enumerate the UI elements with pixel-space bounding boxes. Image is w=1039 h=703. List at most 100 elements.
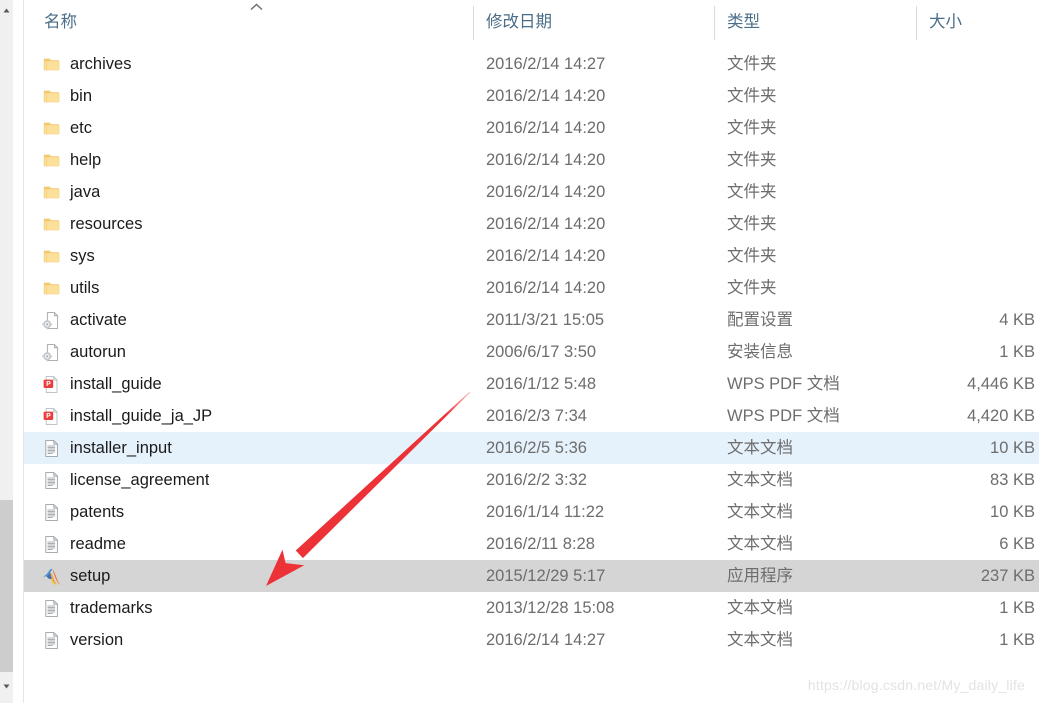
file-size-cell	[904, 112, 1035, 144]
date-modified-cell: 2016/2/14 14:20	[486, 279, 606, 297]
date-modified-cell: 2016/2/14 14:20	[486, 151, 606, 169]
date-modified-cell: 2013/12/28 15:08	[486, 599, 615, 617]
file-type-cell: 文件夹	[727, 279, 777, 297]
file-size-cell	[904, 80, 1035, 112]
file-name-cell[interactable]: sys	[42, 240, 95, 272]
file-size-cell	[904, 48, 1035, 80]
file-name-cell[interactable]: etc	[42, 112, 92, 144]
file-list-area: 名称 修改日期 类型 大小 archives 2016/2/14 14:27 文件夹…	[24, 0, 1039, 703]
column-header-date-modified[interactable]: 修改日期	[486, 11, 552, 33]
file-name-cell[interactable]: archives	[42, 48, 131, 80]
date-modified-cell: 2016/2/14 14:20	[486, 183, 606, 201]
table-row[interactable]: Pinstall_guide 2016/1/12 5:48 WPS PDF 文档 4,…	[24, 368, 1039, 400]
table-row[interactable]: archives 2016/2/14 14:27 文件夹	[24, 48, 1039, 80]
file-type-cell: 文件夹	[727, 151, 777, 169]
file-name-cell[interactable]: utils	[42, 272, 99, 304]
column-separator-3[interactable]	[916, 6, 917, 40]
table-row[interactable]: sys 2016/2/14 14:20 文件夹	[24, 240, 1039, 272]
file-type-cell: 文件夹	[727, 215, 777, 233]
file-name-cell[interactable]: patents	[42, 496, 124, 528]
date-modified-cell: 2016/2/2 3:32	[486, 471, 587, 489]
file-name-cell[interactable]: bin	[42, 80, 92, 112]
table-row[interactable]: autorun 2006/6/17 3:50 安装信息 1 KB	[24, 336, 1039, 368]
table-row[interactable]: resources 2016/2/14 14:20 文件夹	[24, 208, 1039, 240]
file-type-cell: 文件夹	[727, 55, 777, 73]
file-name-cell[interactable]: install_guide_ja_JP	[42, 400, 212, 432]
column-header-name[interactable]: 名称	[44, 11, 77, 33]
table-row[interactable]: readme 2016/2/11 8:28 文本文档 6 KB	[24, 528, 1039, 560]
file-size-cell: 10 KB	[990, 503, 1035, 521]
table-row[interactable]: Pinstall_guide_ja_JP 2016/2/3 7:34 WPS PDF…	[24, 400, 1039, 432]
file-name-cell[interactable]: version	[42, 624, 123, 656]
file-name-cell[interactable]: readme	[42, 528, 126, 560]
file-type-cell: 文本文档	[727, 439, 793, 457]
file-type-cell: 文本文档	[727, 631, 793, 649]
file-type-cell: 文本文档	[727, 535, 793, 553]
file-size-cell: 1 KB	[999, 631, 1035, 649]
table-row[interactable]: activate 2011/3/21 15:05 配置设置 4 KB	[24, 304, 1039, 336]
column-header-row: 名称 修改日期 类型 大小	[24, 0, 1039, 48]
scrollbar-divider	[23, 0, 24, 703]
column-separator-2[interactable]	[714, 6, 715, 40]
file-size-cell: 6 KB	[999, 535, 1035, 553]
file-type-cell: 文本文档	[727, 599, 793, 617]
scrollbar-thumb[interactable]	[0, 500, 13, 672]
table-row[interactable]: version 2016/2/14 14:27 文本文档 1 KB	[24, 624, 1039, 656]
table-row[interactable]: help 2016/2/14 14:20 文件夹	[24, 144, 1039, 176]
sort-ascending-chevron-up-icon	[246, 1, 266, 15]
date-modified-cell: 2016/2/14 14:27	[486, 55, 606, 73]
table-row[interactable]: etc 2016/2/14 14:20 文件夹	[24, 112, 1039, 144]
scroll-down-arrow-icon[interactable]	[0, 678, 13, 695]
table-row[interactable]: patents 2016/1/14 11:22 文本文档 10 KB	[24, 496, 1039, 528]
table-row[interactable]: utils 2016/2/14 14:20 文件夹	[24, 272, 1039, 304]
date-modified-cell: 2015/12/29 5:17	[486, 567, 606, 585]
file-name-cell[interactable]: install_guide	[42, 368, 162, 400]
file-size-cell: 1 KB	[999, 343, 1035, 361]
file-name-cell[interactable]: resources	[42, 208, 142, 240]
file-size-cell: 237 KB	[980, 567, 1035, 585]
file-size-cell: 4,420 KB	[967, 407, 1035, 425]
file-size-cell: 4,446 KB	[967, 375, 1035, 393]
file-type-cell: WPS PDF 文档	[727, 375, 840, 393]
file-name-cell[interactable]: license_agreement	[42, 464, 209, 496]
date-modified-cell: 2016/1/14 11:22	[486, 503, 605, 521]
file-size-cell: 1 KB	[999, 599, 1035, 617]
file-name-cell[interactable]: help	[42, 144, 101, 176]
date-modified-cell: 2016/2/11 8:28	[486, 535, 595, 553]
file-size-cell	[904, 272, 1035, 304]
column-header-type[interactable]: 类型	[727, 11, 760, 33]
file-type-cell: 文件夹	[727, 247, 777, 265]
file-size-cell	[904, 144, 1035, 176]
file-name-cell[interactable]: autorun	[42, 336, 126, 368]
column-header-size[interactable]: 大小	[929, 11, 962, 33]
file-name-cell[interactable]: java	[42, 176, 100, 208]
date-modified-cell: 2016/1/12 5:48	[486, 375, 597, 393]
file-name-cell[interactable]: setup	[42, 560, 110, 592]
file-size-cell: 4 KB	[999, 311, 1035, 329]
table-row[interactable]: setup 2015/12/29 5:17 应用程序 237 KB	[24, 560, 1039, 592]
table-row[interactable]: bin 2016/2/14 14:20 文件夹	[24, 80, 1039, 112]
column-separator-1[interactable]	[473, 6, 474, 40]
scroll-up-arrow-icon[interactable]	[0, 2, 13, 19]
date-modified-cell: 2016/2/3 7:34	[486, 407, 587, 425]
table-row[interactable]: trademarks 2013/12/28 15:08 文本文档 1 KB	[24, 592, 1039, 624]
file-type-cell: WPS PDF 文档	[727, 407, 840, 425]
file-type-cell: 文本文档	[727, 471, 793, 489]
file-name-cell[interactable]: activate	[42, 304, 127, 336]
table-row[interactable]: installer_input 2016/2/5 5:36 文本文档 10 KB	[24, 432, 1039, 464]
watermark-text: https://blog.csdn.net/My_daily_life	[807, 677, 1025, 693]
table-row[interactable]: license_agreement 2016/2/2 3:32 文本文档 83 KB	[24, 464, 1039, 496]
file-size-cell: 10 KB	[990, 439, 1035, 457]
date-modified-cell: 2016/2/14 14:20	[486, 119, 606, 137]
date-modified-cell: 2006/6/17 3:50	[486, 343, 597, 361]
date-modified-cell: 2016/2/14 14:20	[486, 87, 606, 105]
date-modified-cell: 2016/2/14 14:20	[486, 247, 606, 265]
file-name-cell[interactable]: installer_input	[42, 432, 172, 464]
date-modified-cell: 2011/3/21 15:05	[486, 311, 605, 329]
table-row[interactable]: java 2016/2/14 14:20 文件夹	[24, 176, 1039, 208]
file-type-cell: 应用程序	[727, 567, 793, 585]
vertical-scrollbar[interactable]	[0, 0, 13, 703]
file-type-cell: 文件夹	[727, 183, 777, 201]
file-size-cell: 83 KB	[990, 471, 1035, 489]
file-name-cell[interactable]: trademarks	[42, 592, 153, 624]
